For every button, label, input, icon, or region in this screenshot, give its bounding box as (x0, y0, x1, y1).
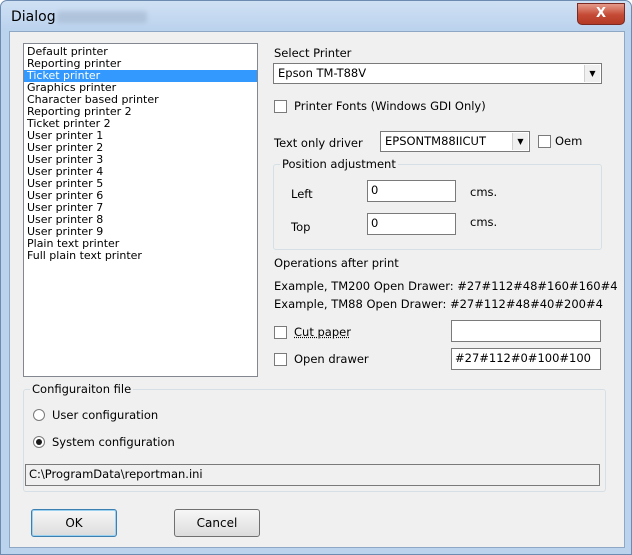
printer-list[interactable]: Default printer Reporting printer Ticket p… (23, 43, 258, 377)
printer-list-item[interactable]: Full plain text printer (24, 250, 257, 262)
left-label: Left (291, 187, 313, 201)
cut-paper-input[interactable] (451, 320, 601, 342)
select-printer-combo[interactable]: Epson TM-T88V ▼ (273, 63, 602, 84)
open-drawer-value: #27#112#0#100#100 (455, 351, 591, 365)
cancel-button[interactable]: Cancel (174, 509, 260, 537)
top-unit-label: cms. (470, 215, 498, 229)
dialog-client: Default printer Reporting printer Ticket p… (9, 31, 625, 548)
cut-paper-checkbox[interactable] (274, 326, 287, 339)
printer-fonts-checkbox[interactable] (274, 100, 287, 113)
position-adjustment-group (273, 164, 602, 250)
top-input[interactable]: 0 (367, 213, 456, 235)
text-only-driver-combo[interactable]: EPSONTM88IICUT ▼ (380, 131, 530, 152)
cut-paper-label: Cut paper (294, 325, 351, 339)
dialog-window: Dialog X Default printer Reporting printe… (0, 0, 632, 555)
text-only-driver-value: EPSONTM88IICUT (385, 134, 486, 148)
system-configuration-radio[interactable] (33, 436, 45, 448)
chevron-down-icon[interactable]: ▼ (512, 133, 528, 150)
open-drawer-checkbox[interactable] (274, 353, 287, 366)
left-unit-label: cms. (470, 185, 498, 199)
config-path-value: C:\ProgramData\reportman.ini (29, 467, 203, 481)
title-redacted (57, 11, 147, 23)
system-configuration-label: System configuration (52, 435, 175, 449)
close-button[interactable]: X (577, 3, 625, 25)
printer-fonts-label: Printer Fonts (Windows GDI Only) (294, 99, 486, 113)
top-value: 0 (371, 216, 379, 230)
radio-selected-dot (36, 439, 42, 445)
config-path-field: C:\ProgramData\reportman.ini (25, 464, 600, 486)
oem-checkbox[interactable] (538, 135, 551, 148)
text-only-driver-label: Text only driver (274, 136, 363, 150)
close-icon: X (595, 6, 607, 21)
open-drawer-label: Open drawer (294, 352, 369, 366)
oem-label: Oem (555, 134, 583, 148)
position-adjustment-title: Position adjustment (280, 157, 398, 171)
select-printer-label: Select Printer (274, 46, 352, 60)
open-drawer-input[interactable]: #27#112#0#100#100 (451, 348, 601, 370)
user-configuration-radio[interactable] (33, 409, 45, 421)
example-tm200: Example, TM200 Open Drawer: #27#112#48#1… (274, 279, 618, 293)
chevron-down-icon[interactable]: ▼ (584, 65, 600, 82)
ok-button[interactable]: OK (31, 509, 117, 537)
top-label: Top (291, 220, 311, 234)
configuration-title: Configuraiton file (30, 382, 134, 396)
user-configuration-label: User configuration (52, 408, 159, 422)
window-title: Dialog (11, 9, 56, 25)
operations-title: Operations after print (274, 256, 399, 270)
select-printer-value: Epson TM-T88V (278, 66, 367, 80)
left-input[interactable]: 0 (367, 180, 456, 202)
example-tm88: Example, TM88 Open Drawer: #27#112#48#40… (274, 297, 603, 311)
left-value: 0 (371, 183, 379, 197)
